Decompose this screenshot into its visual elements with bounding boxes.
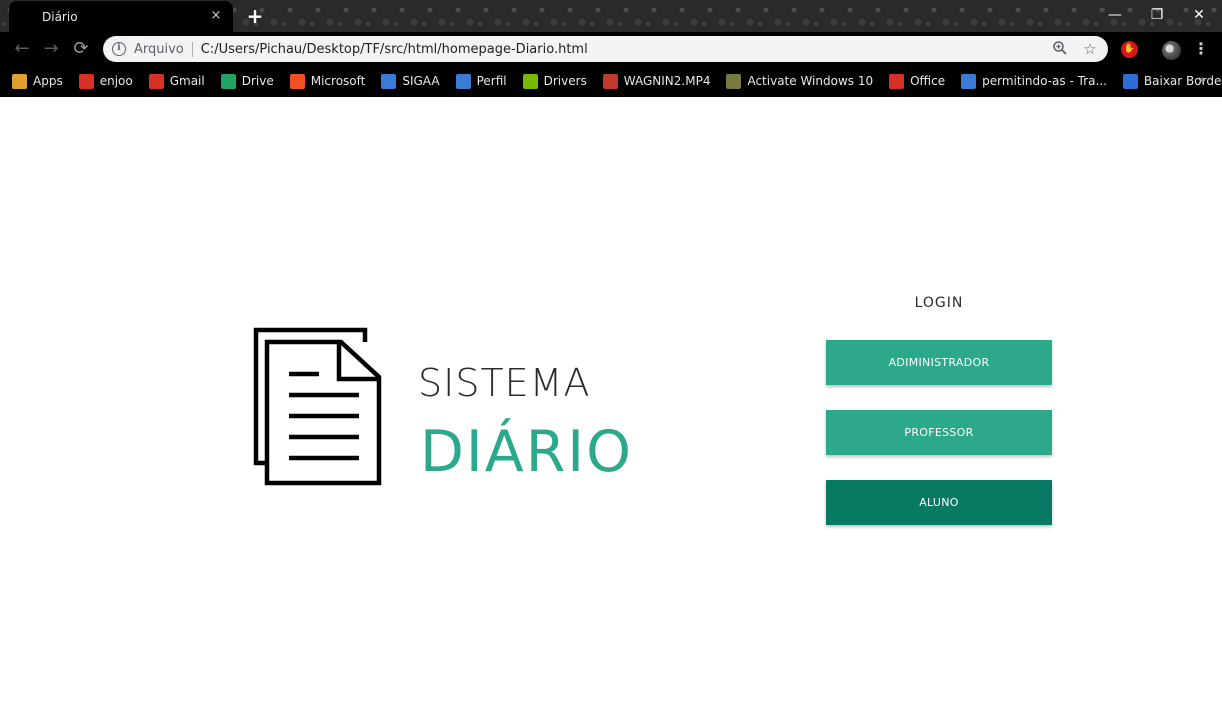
- bookmark-label: Perfil: [476, 74, 507, 88]
- bookmark-label: Activate Windows 10: [747, 74, 874, 88]
- bookmark-label: WAGNIN2.MP4: [623, 74, 711, 88]
- page-content: SISTEMA DIÁRIO LOGIN ADIMINISTRADOR PROF…: [0, 97, 1222, 721]
- bookmark-item[interactable]: Baixar Borderlands...: [1122, 73, 1222, 89]
- bookmark-label: permitindo-as - Tra...: [982, 74, 1107, 88]
- drive-icon: [220, 73, 236, 89]
- apps-grid-icon: [12, 73, 27, 89]
- title-bar: Diário × + — ❐ ✕: [0, 0, 1222, 32]
- bookmark-label: Office: [910, 74, 946, 88]
- reload-icon[interactable]: ⟳: [70, 38, 92, 60]
- minimize-icon[interactable]: —: [1094, 0, 1136, 30]
- bookmark-item[interactable]: enjoo: [78, 73, 133, 89]
- enjoo-icon: [78, 73, 94, 89]
- bookmark-item[interactable]: Drivers: [522, 73, 587, 89]
- windows-icon: [726, 73, 742, 89]
- url-text[interactable]: C:/Users/Pichau/Desktop/TF/src/html/home…: [201, 42, 588, 57]
- bookmark-label: Microsoft: [310, 74, 366, 88]
- login-heading: LOGIN: [914, 295, 964, 311]
- bookmark-item[interactable]: WAGNIN2.MP4: [602, 73, 711, 89]
- bookmark-star-icon[interactable]: ☆: [1081, 40, 1099, 58]
- bookmark-label: Drivers: [543, 74, 587, 88]
- bookmark-label: Gmail: [169, 74, 205, 88]
- perfil-icon: [455, 73, 471, 89]
- linguee-icon: [961, 73, 977, 89]
- bookmark-item[interactable]: Apps: [12, 73, 63, 89]
- gmail-icon: [148, 73, 164, 89]
- info-icon[interactable]: i: [112, 42, 126, 56]
- download-icon: [1122, 73, 1138, 89]
- close-window-icon[interactable]: ✕: [1178, 0, 1220, 30]
- browser-toolbar: ← → ⟳ i Arquivo C:/Users/Pichau/Desktop/…: [0, 32, 1222, 65]
- bookmark-item[interactable]: permitindo-as - Tra...: [961, 73, 1107, 89]
- nvidia-icon: [522, 73, 538, 89]
- bookmark-item[interactable]: Gmail: [148, 73, 205, 89]
- bookmark-item[interactable]: Drive: [220, 73, 274, 89]
- document-icon: [253, 327, 382, 486]
- forward-arrow-icon[interactable]: →: [40, 38, 62, 60]
- bookmark-item[interactable]: Office: [889, 73, 946, 89]
- student-button[interactable]: ALUNO: [826, 480, 1052, 525]
- microsoft-icon: [289, 73, 305, 89]
- address-separator: [191, 41, 193, 57]
- scheme-label: Arquivo: [134, 41, 184, 57]
- bookmark-label: Apps: [33, 74, 63, 88]
- bookmark-label: Baixar Borderlands...: [1143, 74, 1222, 88]
- bookmark-item[interactable]: SIGAA: [381, 73, 440, 89]
- office-icon: [889, 73, 905, 89]
- bookmark-label: Drive: [241, 74, 274, 88]
- back-arrow-icon[interactable]: ←: [11, 38, 33, 60]
- bookmark-label: SIGAA: [402, 74, 440, 88]
- zoom-icon[interactable]: [1051, 40, 1069, 58]
- restore-icon[interactable]: ❐: [1136, 0, 1178, 30]
- profile-avatar-icon[interactable]: [1162, 41, 1181, 60]
- browser-tab[interactable]: Diário ×: [9, 1, 233, 32]
- bookmarks-more-icon[interactable]: »: [1198, 73, 1206, 88]
- bookmark-label: enjoo: [99, 74, 133, 88]
- extension-icon[interactable]: ✋: [1121, 41, 1138, 58]
- address-bar[interactable]: i Arquivo C:/Users/Pichau/Desktop/TF/src…: [103, 36, 1108, 62]
- brand-title-bottom: DIÁRIO: [420, 419, 633, 485]
- tab-title: Diário: [42, 9, 78, 24]
- bookmark-item[interactable]: Microsoft: [289, 73, 366, 89]
- administrator-button[interactable]: ADIMINISTRADOR: [826, 340, 1052, 385]
- video-icon: [602, 73, 618, 89]
- menu-icon[interactable]: ⋮: [1193, 40, 1209, 58]
- tab-close-icon[interactable]: ×: [208, 8, 224, 24]
- bookmark-item[interactable]: Activate Windows 10: [726, 73, 874, 89]
- bookmarks-bar: Apps enjoo Gmail Drive Microsoft SIGAA Perfil D…: [0, 65, 1222, 97]
- professor-button[interactable]: PROFESSOR: [826, 410, 1052, 455]
- brand-title-top: SISTEMA: [418, 361, 591, 405]
- bookmark-item[interactable]: Perfil: [455, 73, 507, 89]
- sigaa-icon: [381, 73, 397, 89]
- new-tab-button[interactable]: +: [244, 5, 266, 27]
